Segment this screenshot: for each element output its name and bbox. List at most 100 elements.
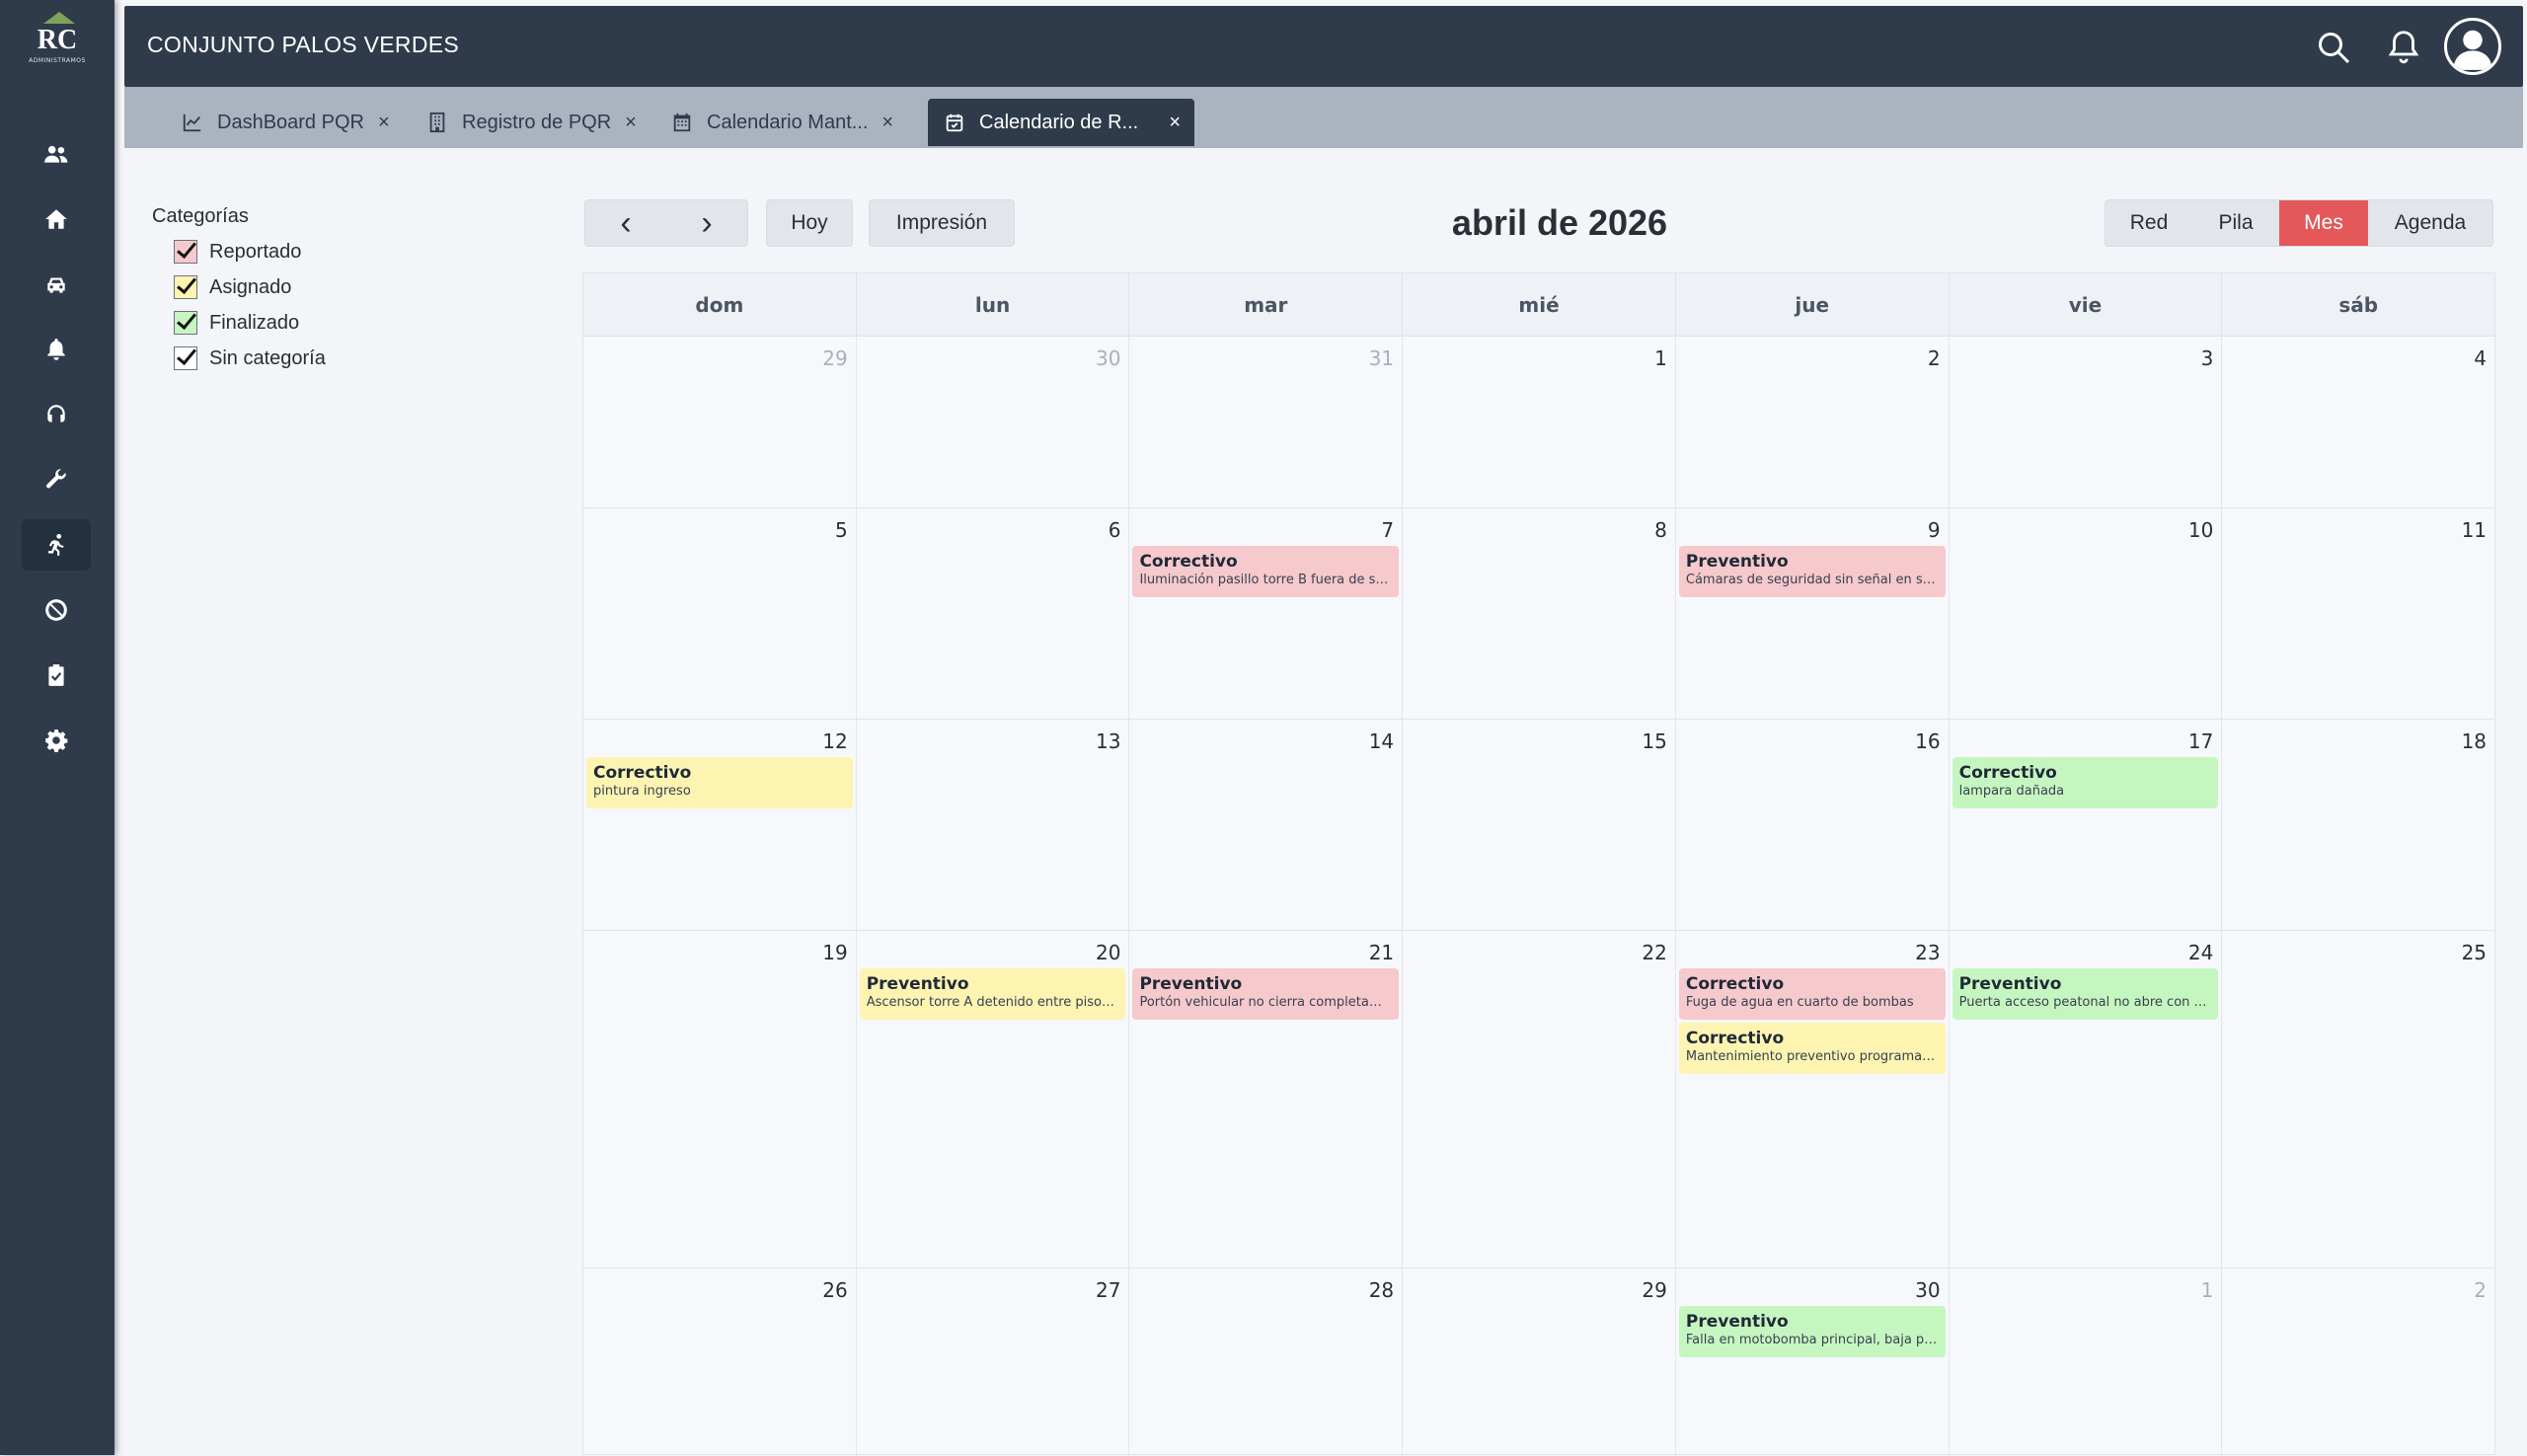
- day-number[interactable]: 6: [1109, 518, 1121, 542]
- category-checkbox[interactable]: [174, 275, 197, 299]
- calendar-event[interactable]: Correctivo Fuga de agua en cuarto de bomb…: [1678, 968, 1946, 1020]
- sidebar-item-vehicles[interactable]: [22, 259, 91, 310]
- calendar-day[interactable]: 31: [1129, 337, 1404, 507]
- avatar[interactable]: [2444, 18, 2501, 75]
- day-number[interactable]: 12: [822, 729, 847, 753]
- calendar-day[interactable]: 20 Preventivo Ascensor torre A detenido en…: [857, 931, 1130, 1267]
- sidebar-item-tasks[interactable]: [22, 650, 91, 701]
- calendar-event[interactable]: Correctivo Iluminación pasillo torre B fu…: [1132, 546, 1400, 597]
- calendar-event[interactable]: Preventivo Falla en motobomba principal, …: [1678, 1306, 1946, 1357]
- calendar-day[interactable]: 27: [857, 1268, 1130, 1456]
- calendar-event[interactable]: Correctivo pintura ingreso: [586, 757, 853, 808]
- day-number[interactable]: 5: [835, 518, 848, 542]
- calendar-event[interactable]: Preventivo Cámaras de seguridad sin señal…: [1678, 546, 1946, 597]
- day-number[interactable]: 25: [2462, 941, 2487, 964]
- day-number[interactable]: 7: [1381, 518, 1394, 542]
- view-mes-button[interactable]: Mes: [2279, 200, 2368, 246]
- category-checkbox[interactable]: [174, 311, 197, 335]
- day-number[interactable]: 30: [1096, 346, 1120, 370]
- sidebar-item-settings[interactable]: [22, 715, 91, 766]
- tab-close-icon[interactable]: ×: [625, 112, 637, 134]
- day-number[interactable]: 9: [1928, 518, 1941, 542]
- calendar-day[interactable]: 1: [1403, 337, 1676, 507]
- search-icon[interactable]: [2316, 30, 2351, 65]
- day-number[interactable]: 23: [1915, 941, 1940, 964]
- sidebar-item-support[interactable]: [22, 389, 91, 440]
- day-number[interactable]: 27: [1096, 1278, 1120, 1302]
- calendar-day[interactable]: 4: [2222, 337, 2494, 507]
- next-button[interactable]: ›: [701, 204, 712, 243]
- day-number[interactable]: 8: [1654, 518, 1667, 542]
- sidebar-item-restrictions[interactable]: [22, 584, 91, 636]
- day-number[interactable]: 4: [2474, 346, 2487, 370]
- day-number[interactable]: 11: [2462, 518, 2487, 542]
- calendar-day[interactable]: 6: [857, 508, 1130, 719]
- day-number[interactable]: 30: [1915, 1278, 1940, 1302]
- day-number[interactable]: 24: [2188, 941, 2213, 964]
- day-number[interactable]: 3: [2201, 346, 2214, 370]
- calendar-day[interactable]: 23 Correctivo Fuga de agua en cuarto de bo…: [1676, 931, 1950, 1267]
- calendar-day[interactable]: 2: [2222, 1268, 2494, 1456]
- calendar-event[interactable]: Correctivo Mantenimiento preventivo progr…: [1678, 1023, 1946, 1074]
- day-number[interactable]: 31: [1369, 346, 1394, 370]
- calendar-day[interactable]: 29: [1403, 1268, 1676, 1456]
- prev-button[interactable]: ‹: [620, 204, 631, 243]
- sidebar-item-home[interactable]: [22, 193, 91, 245]
- sidebar-item-notifications[interactable]: [22, 324, 91, 375]
- calendar-day[interactable]: 8: [1403, 508, 1676, 719]
- calendar-day[interactable]: 17 Correctivo lampara dañada: [1950, 720, 2223, 930]
- calendar-day[interactable]: 9 Preventivo Cámaras de seguridad sin seña…: [1676, 508, 1950, 719]
- calendar-event[interactable]: Correctivo lampara dañada: [1952, 757, 2219, 808]
- calendar-day[interactable]: 18: [2222, 720, 2494, 930]
- calendar-day[interactable]: 7 Correctivo Iluminación pasillo torre B f…: [1129, 508, 1404, 719]
- calendar-day[interactable]: 14: [1129, 720, 1404, 930]
- day-number[interactable]: 13: [1096, 729, 1120, 753]
- calendar-day[interactable]: 12 Correctivo pintura ingreso: [583, 720, 857, 930]
- calendar-event[interactable]: Preventivo Puerta acceso peatonal no abre…: [1952, 968, 2219, 1020]
- day-number[interactable]: 16: [1915, 729, 1940, 753]
- calendar-day[interactable]: 5: [583, 508, 857, 719]
- day-number[interactable]: 20: [1096, 941, 1120, 964]
- print-button[interactable]: Impresión: [869, 199, 1015, 247]
- day-number[interactable]: 21: [1369, 941, 1394, 964]
- day-number[interactable]: 15: [1642, 729, 1666, 753]
- tab-dashboard-pqr[interactable]: DashBoard PQR ×: [166, 99, 404, 146]
- day-number[interactable]: 26: [822, 1278, 847, 1302]
- category-checkbox[interactable]: [174, 346, 197, 370]
- calendar-day[interactable]: 29: [583, 337, 857, 507]
- day-number[interactable]: 29: [822, 346, 847, 370]
- day-number[interactable]: 18: [2462, 729, 2487, 753]
- calendar-day[interactable]: 19: [583, 931, 857, 1267]
- view-pila-button[interactable]: Pila: [2192, 200, 2279, 246]
- day-number[interactable]: 22: [1642, 941, 1666, 964]
- bell-icon[interactable]: [2385, 28, 2422, 65]
- today-button[interactable]: Hoy: [766, 199, 853, 247]
- category-finalizado[interactable]: Finalizado: [174, 311, 326, 335]
- calendar-day[interactable]: 10: [1950, 508, 2223, 719]
- calendar-day[interactable]: 26: [583, 1268, 857, 1456]
- category-sin-categoria[interactable]: Sin categoría: [174, 346, 326, 370]
- calendar-day[interactable]: 24 Preventivo Puerta acceso peatonal no ab…: [1950, 931, 2223, 1267]
- day-number[interactable]: 2: [1928, 346, 1941, 370]
- calendar-day[interactable]: 1: [1950, 1268, 2223, 1456]
- tab-close-icon[interactable]: ×: [378, 112, 390, 134]
- calendar-day[interactable]: 3: [1950, 337, 2223, 507]
- calendar-day[interactable]: 15: [1403, 720, 1676, 930]
- day-number[interactable]: 10: [2188, 518, 2213, 542]
- calendar-day[interactable]: 30: [857, 337, 1130, 507]
- calendar-day[interactable]: 11: [2222, 508, 2494, 719]
- calendar-day[interactable]: 22: [1403, 931, 1676, 1267]
- calendar-day[interactable]: 21 Preventivo Portón vehicular no cierra c…: [1129, 931, 1404, 1267]
- category-checkbox[interactable]: [174, 240, 197, 264]
- day-number[interactable]: 2: [2474, 1278, 2487, 1302]
- day-number[interactable]: 19: [822, 941, 847, 964]
- category-reportado[interactable]: Reportado: [174, 240, 326, 264]
- day-number[interactable]: 17: [2188, 729, 2213, 753]
- category-asignado[interactable]: Asignado: [174, 275, 326, 299]
- day-number[interactable]: 1: [2201, 1278, 2214, 1302]
- calendar-day[interactable]: 16: [1676, 720, 1950, 930]
- calendar-day[interactable]: 28: [1129, 1268, 1404, 1456]
- calendar-day[interactable]: 13: [857, 720, 1130, 930]
- sidebar-item-activities[interactable]: [22, 519, 91, 571]
- day-number[interactable]: 28: [1369, 1278, 1394, 1302]
